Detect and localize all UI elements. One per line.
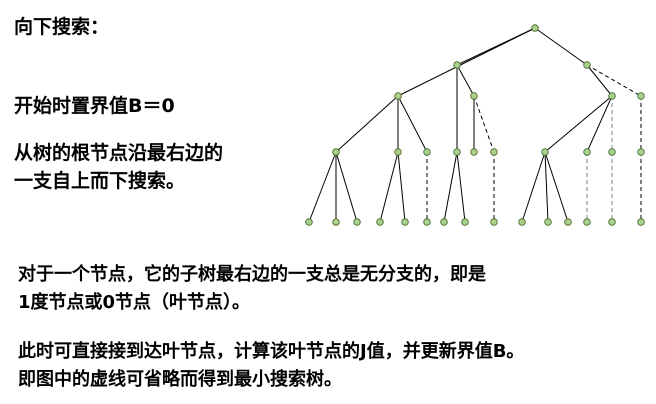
tree-node-p [637, 148, 645, 156]
tree-node-root [531, 24, 539, 32]
tree-node-c [583, 61, 591, 69]
tree-node-l11 [544, 218, 552, 226]
tree-node-f [637, 92, 645, 100]
tree-node-k [470, 148, 478, 156]
tree-node-l1 [305, 218, 313, 226]
tree-node-l12 [564, 218, 572, 226]
tree-node-i [423, 148, 431, 156]
tree-edge-solid-14 [586, 95, 613, 153]
tree-edge-solid-26 [521, 151, 546, 223]
tree-node-l8 [461, 218, 469, 226]
tree-edge-solid-19 [335, 151, 358, 223]
tree-edge-solid-7 [335, 95, 399, 153]
search-tree-diagram [305, 24, 645, 226]
tree-edges [308, 27, 642, 223]
tree-edge-dashed-12 [473, 95, 495, 153]
tree-edge-solid-23 [443, 151, 458, 223]
tree-node-m [541, 148, 549, 156]
tree-edge-solid-28 [544, 151, 569, 223]
tree-node-l2 [332, 218, 340, 226]
tree-node-l [490, 148, 498, 156]
tree-node-l13 [583, 218, 591, 226]
tree-edge-solid-17 [308, 151, 337, 223]
tree-edge-solid-9 [397, 95, 428, 153]
tree-node-l3 [353, 218, 361, 226]
tree-node-l7 [440, 218, 448, 226]
tree-edge-solid-20 [379, 151, 399, 223]
tree-nodes [305, 24, 645, 226]
tree-edge-solid-27 [544, 151, 549, 223]
tree-edge-solid-3 [534, 27, 588, 66]
tree-edge-solid-2 [456, 27, 536, 66]
tree-node-n [583, 148, 591, 156]
tree-node-j [453, 148, 461, 156]
tree-node-l10 [518, 218, 526, 226]
tree-edge-solid-5 [586, 64, 613, 97]
tree-node-l14 [608, 218, 616, 226]
tree-node-l6 [423, 218, 431, 226]
tree-node-h [394, 148, 402, 156]
tree-node-l9 [490, 218, 498, 226]
tree-edge-solid-24 [456, 151, 466, 223]
tree-node-l5 [401, 218, 409, 226]
tree-edge-solid-21 [397, 151, 406, 223]
tree-edge-dashed-6 [586, 64, 642, 97]
tree-node-l15 [637, 218, 645, 226]
tree-edge-solid-13 [544, 95, 613, 153]
tree-node-g [332, 148, 340, 156]
tree-edge-solid-4 [456, 64, 475, 97]
tree-node-e [608, 92, 616, 100]
tree-node-b [453, 61, 461, 69]
tree-node-d [470, 92, 478, 100]
tree-node-o [608, 148, 616, 156]
tree-node-l4 [376, 218, 384, 226]
tree-node-a [394, 92, 402, 100]
